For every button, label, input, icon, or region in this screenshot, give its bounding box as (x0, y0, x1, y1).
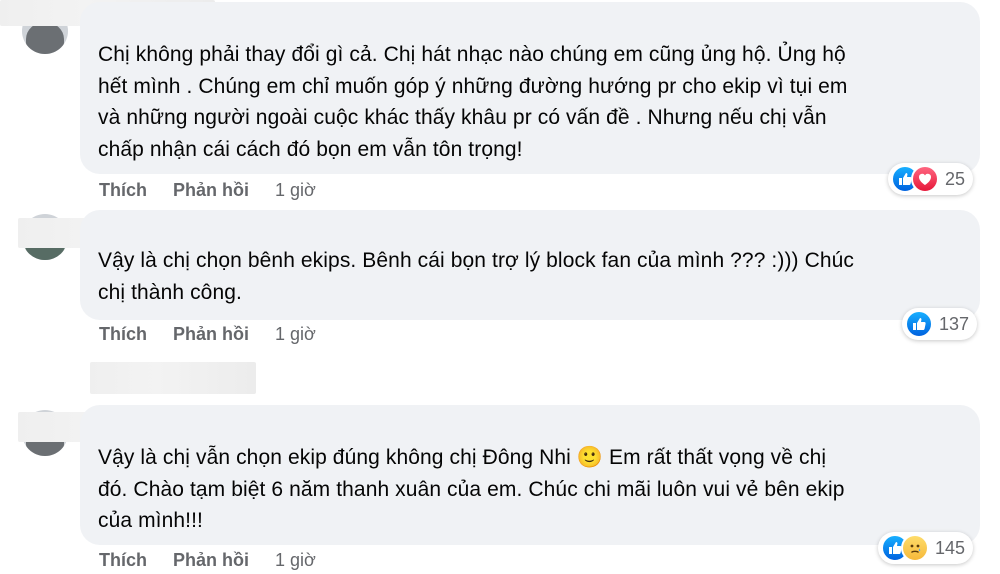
comment-line: và những người ngoài cuộc khác thấy khâu… (98, 106, 827, 129)
reaction-summary[interactable]: 145 (878, 532, 974, 564)
comment-actions: Thích Phản hồi 1 giờ (99, 550, 316, 571)
comment-line: Chị không phải thay đổi gì cả. Chị hát n… (98, 43, 846, 66)
comment-actions: Thích Phản hồi 1 giờ (99, 324, 316, 345)
reply-button[interactable]: Phản hồi (173, 550, 249, 571)
reaction-summary[interactable]: 25 (888, 163, 974, 195)
comment-timestamp[interactable]: 1 giờ (275, 324, 316, 345)
commenter-name-redacted (90, 362, 256, 394)
comment-text: Vậy là chị vẫn chọn ekip đúng không chị … (98, 442, 845, 537)
comment-line: đó. Chào tạm biệt 6 năm thanh xuân của e… (98, 477, 845, 501)
sad-icon (901, 534, 929, 562)
comment-line: của mình!!! (98, 509, 203, 532)
reaction-summary[interactable]: 137 (902, 308, 978, 340)
like-button[interactable]: Thích (99, 550, 147, 571)
reaction-count: 25 (945, 168, 966, 189)
comment-line: Vậy là chị vẫn chọn ekip đúng không chị … (98, 446, 827, 469)
comment-actions: Thích Phản hồi 1 giờ (99, 180, 316, 201)
reply-button[interactable]: Phản hồi (173, 180, 249, 201)
comment-line: chị thành công. (98, 280, 242, 304)
comment-line: hết mình . Chúng em chỉ muốn góp ý những… (98, 74, 848, 98)
comment-line: chấp nhận cái cách đó bọn em vẫn tôn trọ… (98, 137, 523, 161)
comment-text: Vậy là chị chọn bênh ekips. Bênh cái bọn… (98, 245, 854, 308)
comment-timestamp[interactable]: 1 giờ (275, 550, 316, 571)
comment-line: Vậy là chị chọn bênh ekips. Bênh cái bọn… (98, 249, 855, 272)
comment-timestamp[interactable]: 1 giờ (275, 180, 316, 201)
love-icon (911, 165, 939, 193)
reaction-count: 137 (939, 313, 970, 334)
like-button[interactable]: Thích (99, 180, 147, 201)
reply-button[interactable]: Phản hồi (173, 324, 249, 345)
comment-text: Chị không phải thay đổi gì cả. Chị hát n… (98, 39, 848, 165)
like-button[interactable]: Thích (99, 324, 147, 345)
reaction-count: 145 (935, 537, 966, 558)
like-icon (905, 310, 933, 338)
